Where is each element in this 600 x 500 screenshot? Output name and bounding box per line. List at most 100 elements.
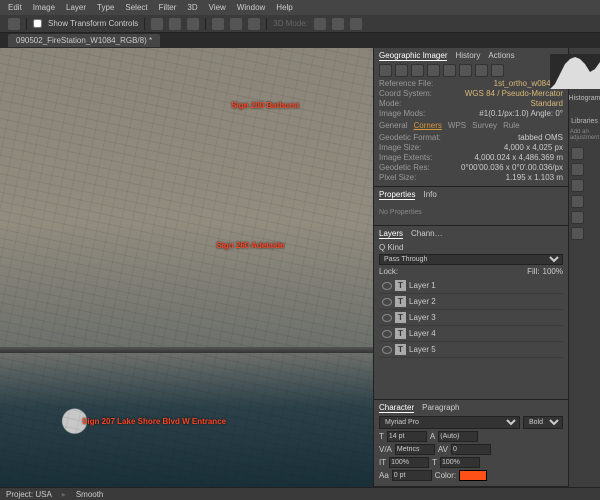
tab-properties[interactable]: Properties	[379, 190, 415, 200]
adjustment-hint: Add an adjustment	[570, 129, 599, 141]
visibility-icon[interactable]	[382, 314, 392, 322]
geo-tool-icon[interactable]	[491, 64, 504, 77]
font-family-select[interactable]: Myriad Pro	[379, 416, 520, 429]
geo-tool-icon[interactable]	[379, 64, 392, 77]
align-icon[interactable]	[187, 18, 199, 30]
layer-row[interactable]: TLayer 3	[379, 310, 563, 326]
mode-label: 3D Mode:	[273, 19, 308, 28]
layer-name: Layer 4	[409, 329, 436, 338]
tracking-input[interactable]	[451, 444, 491, 455]
visibility-icon[interactable]	[382, 330, 392, 338]
tab-survey[interactable]: Survey	[472, 121, 497, 130]
tab-geographic-imager[interactable]: Geographic Imager	[379, 51, 447, 61]
vscale-input[interactable]	[389, 457, 429, 468]
adjustment-icon[interactable]	[571, 147, 584, 160]
font-style-select[interactable]: Bold	[523, 416, 563, 429]
3d-icon[interactable]	[314, 18, 326, 30]
histogram[interactable]	[550, 54, 600, 89]
baseline-icon: Aa	[379, 471, 389, 480]
collapsed-panels[interactable]: Histogram Libraries Add an adjustment	[568, 48, 600, 487]
geo-tool-icon[interactable]	[459, 64, 472, 77]
tab-corners[interactable]: Corners	[413, 121, 441, 130]
type-layer-icon: T	[395, 344, 406, 355]
tab-paragraph[interactable]: Paragraph	[422, 403, 459, 413]
tab-actions[interactable]: Actions	[488, 51, 514, 61]
type-layer-icon: T	[395, 280, 406, 291]
menu-edit[interactable]: Edit	[8, 3, 22, 12]
font-size-input[interactable]	[387, 431, 427, 442]
menu-window[interactable]: Window	[237, 3, 265, 12]
align-icon[interactable]	[248, 18, 260, 30]
options-bar: Show Transform Controls 3D Mode:	[0, 15, 600, 33]
adjustment-icon[interactable]	[571, 195, 584, 208]
menu-type[interactable]: Type	[97, 3, 114, 12]
align-icon[interactable]	[230, 18, 242, 30]
tab-character[interactable]: Character	[379, 403, 414, 413]
color-label: Color:	[435, 471, 456, 480]
geo-tool-icon[interactable]	[395, 64, 408, 77]
size-icon: T	[379, 432, 384, 441]
visibility-icon[interactable]	[382, 346, 392, 354]
menu-filter[interactable]: Filter	[159, 3, 177, 12]
filter-icon[interactable]	[406, 242, 416, 252]
menu-layer[interactable]: Layer	[66, 3, 86, 12]
geo-tool-icon[interactable]	[427, 64, 440, 77]
color-swatch[interactable]	[459, 470, 487, 481]
menu-help[interactable]: Help	[276, 3, 292, 12]
layer-name: Layer 3	[409, 313, 436, 322]
visibility-icon[interactable]	[382, 282, 392, 290]
align-icon[interactable]	[212, 18, 224, 30]
tab-general[interactable]: General	[379, 121, 407, 130]
menu-view[interactable]: View	[209, 3, 226, 12]
status-bar: Project: USA ▸ Smooth	[0, 487, 600, 500]
document-tabs[interactable]: 090502_FireStation_W1084_RGB/8) *	[0, 33, 600, 48]
transform-checkbox[interactable]	[33, 19, 42, 28]
menu-image[interactable]: Image	[33, 3, 55, 12]
3d-icon[interactable]	[332, 18, 344, 30]
menu-select[interactable]: Select	[125, 3, 147, 12]
map-annotation[interactable]: Sign 207 Lake Shore Blvd W Entrance	[82, 417, 226, 426]
menu-3d[interactable]: 3D	[187, 3, 197, 12]
document-tab[interactable]: 090502_FireStation_W1084_RGB/8) *	[8, 34, 160, 47]
tab-chann-[interactable]: Chann…	[411, 229, 443, 239]
map-annotation[interactable]: Sign 260 Adelaide	[216, 241, 284, 250]
tab-wps[interactable]: WPS	[448, 121, 466, 130]
character-panel: CharacterParagraph Myriad ProBold TA V/A…	[374, 400, 568, 487]
canvas[interactable]: Sign 200 Bathurst Sign 260 Adelaide Sign 2…	[0, 48, 373, 487]
visibility-icon[interactable]	[382, 298, 392, 306]
blend-mode-select[interactable]: Pass Through	[379, 254, 563, 265]
layer-row[interactable]: TLayer 1	[379, 278, 563, 294]
geographic-imager-panel: Geographic ImagerHistoryActions Referenc…	[374, 48, 568, 187]
3d-icon[interactable]	[350, 18, 362, 30]
libraries-tab[interactable]: Libraries	[571, 118, 598, 125]
baseline-input[interactable]	[392, 470, 432, 481]
align-icon[interactable]	[151, 18, 163, 30]
adjustment-icon[interactable]	[571, 211, 584, 224]
move-tool-icon[interactable]	[8, 18, 20, 30]
hscale-input[interactable]	[440, 457, 480, 468]
histogram-tab[interactable]: Histogram	[569, 95, 600, 102]
leading-input[interactable]	[438, 431, 478, 442]
tab-layers[interactable]: Layers	[379, 229, 403, 239]
hscale-icon: T	[432, 458, 437, 467]
status-extra: Smooth	[76, 490, 104, 499]
menubar[interactable]: Edit Image Layer Type Select Filter 3D View Wind…	[0, 0, 600, 15]
tab-info[interactable]: Info	[423, 190, 436, 200]
kerning-input[interactable]	[395, 444, 435, 455]
tab-rule[interactable]: Rule	[503, 121, 519, 130]
map-annotation[interactable]: Sign 200 Bathurst	[231, 101, 299, 110]
adjustment-icon[interactable]	[571, 179, 584, 192]
lock-icon[interactable]	[413, 267, 422, 276]
tab-history[interactable]: History	[455, 51, 480, 61]
layer-row[interactable]: TLayer 5	[379, 342, 563, 358]
layer-row[interactable]: TLayer 2	[379, 294, 563, 310]
lock-icon[interactable]	[401, 267, 410, 276]
layer-row[interactable]: TLayer 4	[379, 326, 563, 342]
geo-tool-icon[interactable]	[411, 64, 424, 77]
adjustment-icon[interactable]	[571, 163, 584, 176]
adjustment-icon[interactable]	[571, 227, 584, 240]
properties-panel: PropertiesInfo No Properties	[374, 187, 568, 226]
geo-tool-icon[interactable]	[475, 64, 488, 77]
geo-tool-icon[interactable]	[443, 64, 456, 77]
align-icon[interactable]	[169, 18, 181, 30]
